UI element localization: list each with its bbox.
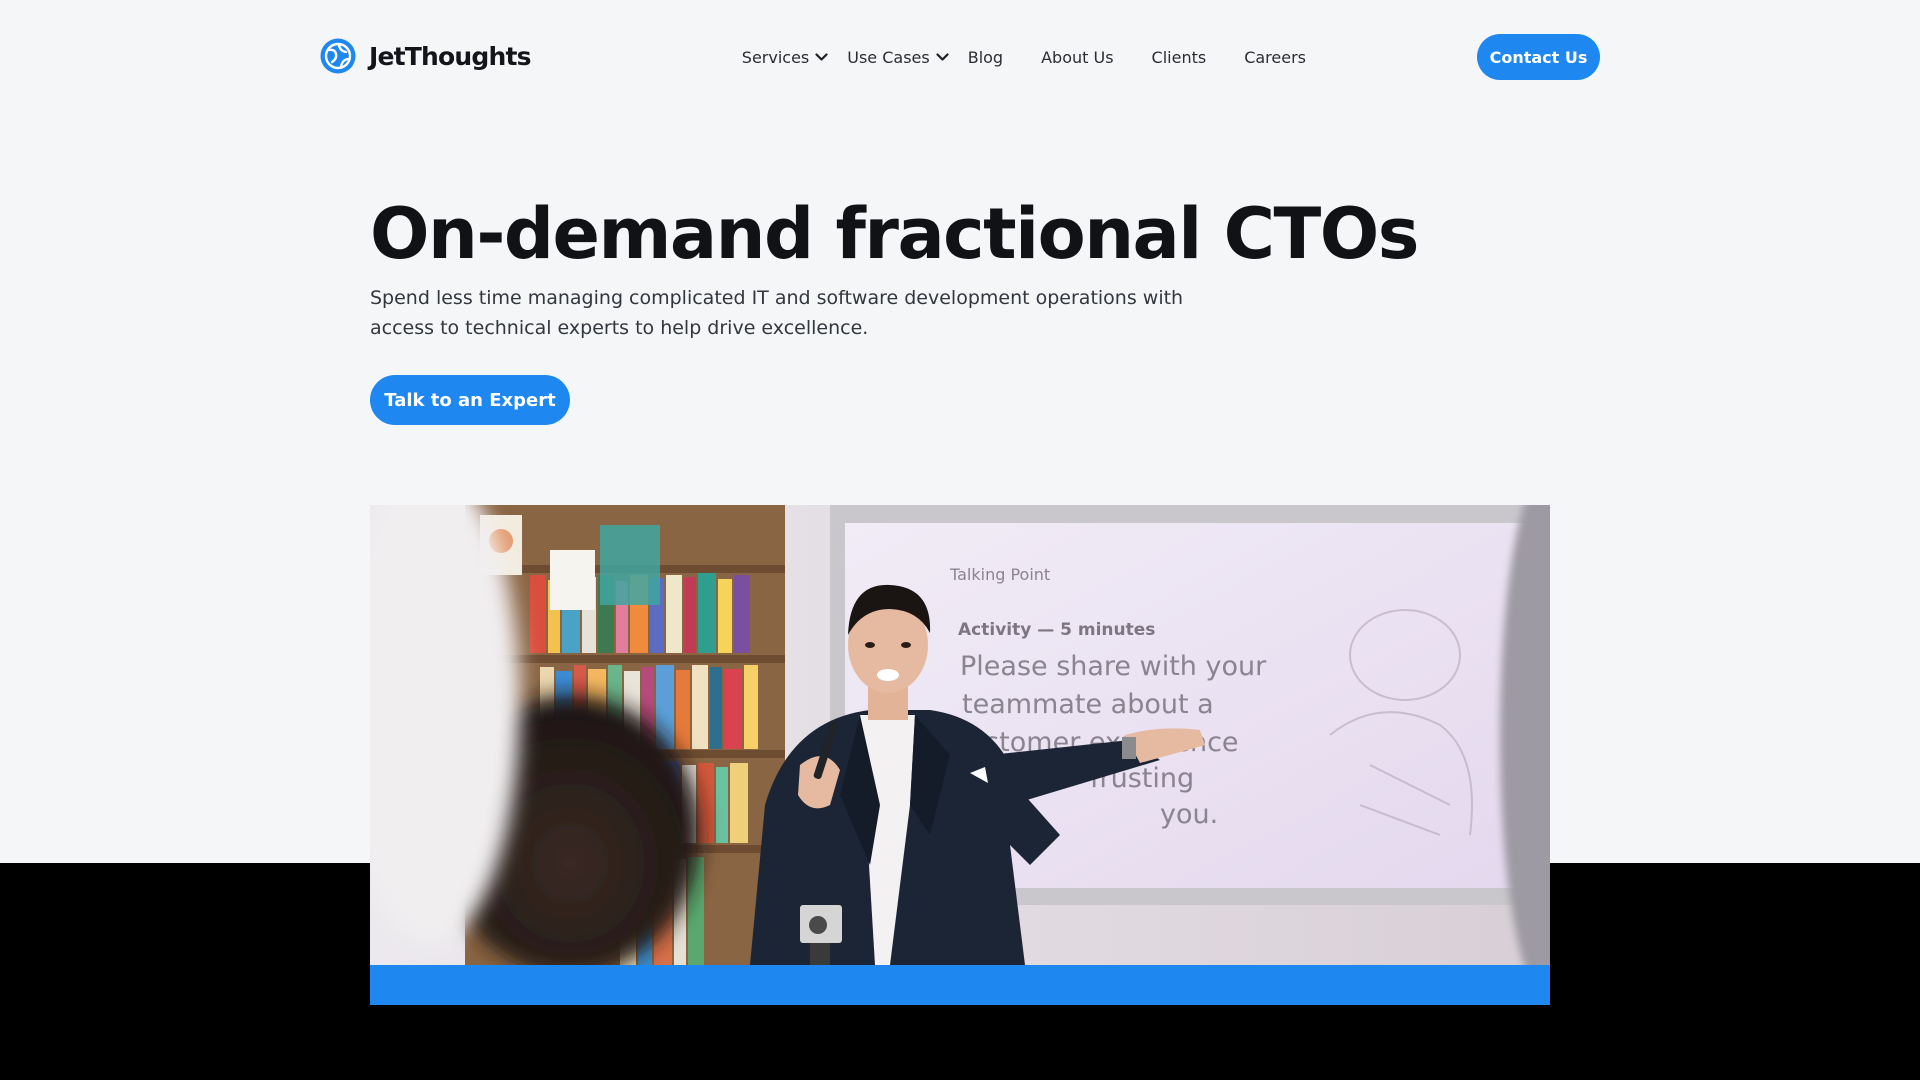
talk-to-expert-button[interactable]: Talk to an Expert <box>370 375 570 425</box>
hero-image-accent-bar <box>370 965 1550 1005</box>
page: JetThoughts Services Use Cases Blog Abou… <box>0 0 1920 1080</box>
screen-heading: Talking Point <box>949 565 1050 584</box>
main-nav: Services Use Cases Blog About Us Clients… <box>742 34 1306 80</box>
nav-use-cases[interactable]: Use Cases <box>847 47 949 67</box>
nav-services[interactable]: Services <box>742 48 828 67</box>
nav-clients[interactable]: Clients <box>1152 48 1207 67</box>
globe-logo-icon <box>320 38 356 74</box>
chevron-down-icon <box>936 52 949 61</box>
brand-name: JetThoughts <box>369 41 532 71</box>
nav-careers[interactable]: Careers <box>1244 48 1306 67</box>
nav-use-cases-label: Use Cases <box>847 47 930 67</box>
brand-logo[interactable]: JetThoughts <box>319 37 532 75</box>
chevron-down-icon <box>815 52 828 61</box>
nav-about-us[interactable]: About Us <box>1041 48 1113 67</box>
hero-subtitle: Spend less time managing complicated IT … <box>370 287 1184 339</box>
contact-us-button[interactable]: Contact Us <box>1477 34 1600 80</box>
screen-line-2: teammate about a <box>962 689 1214 720</box>
nav-blog[interactable]: Blog <box>968 48 1003 67</box>
nav-services-label: Services <box>741 47 810 67</box>
screen-line-1: Please share with your <box>960 651 1267 682</box>
hero-image: Talking Point Activity — 5 minutes Pleas… <box>370 505 1550 965</box>
hero-title: On-demand fractional CTOs <box>370 193 1419 275</box>
screen-line-5: you. <box>1160 799 1218 830</box>
screen-activity: Activity — 5 minutes <box>958 620 1155 640</box>
